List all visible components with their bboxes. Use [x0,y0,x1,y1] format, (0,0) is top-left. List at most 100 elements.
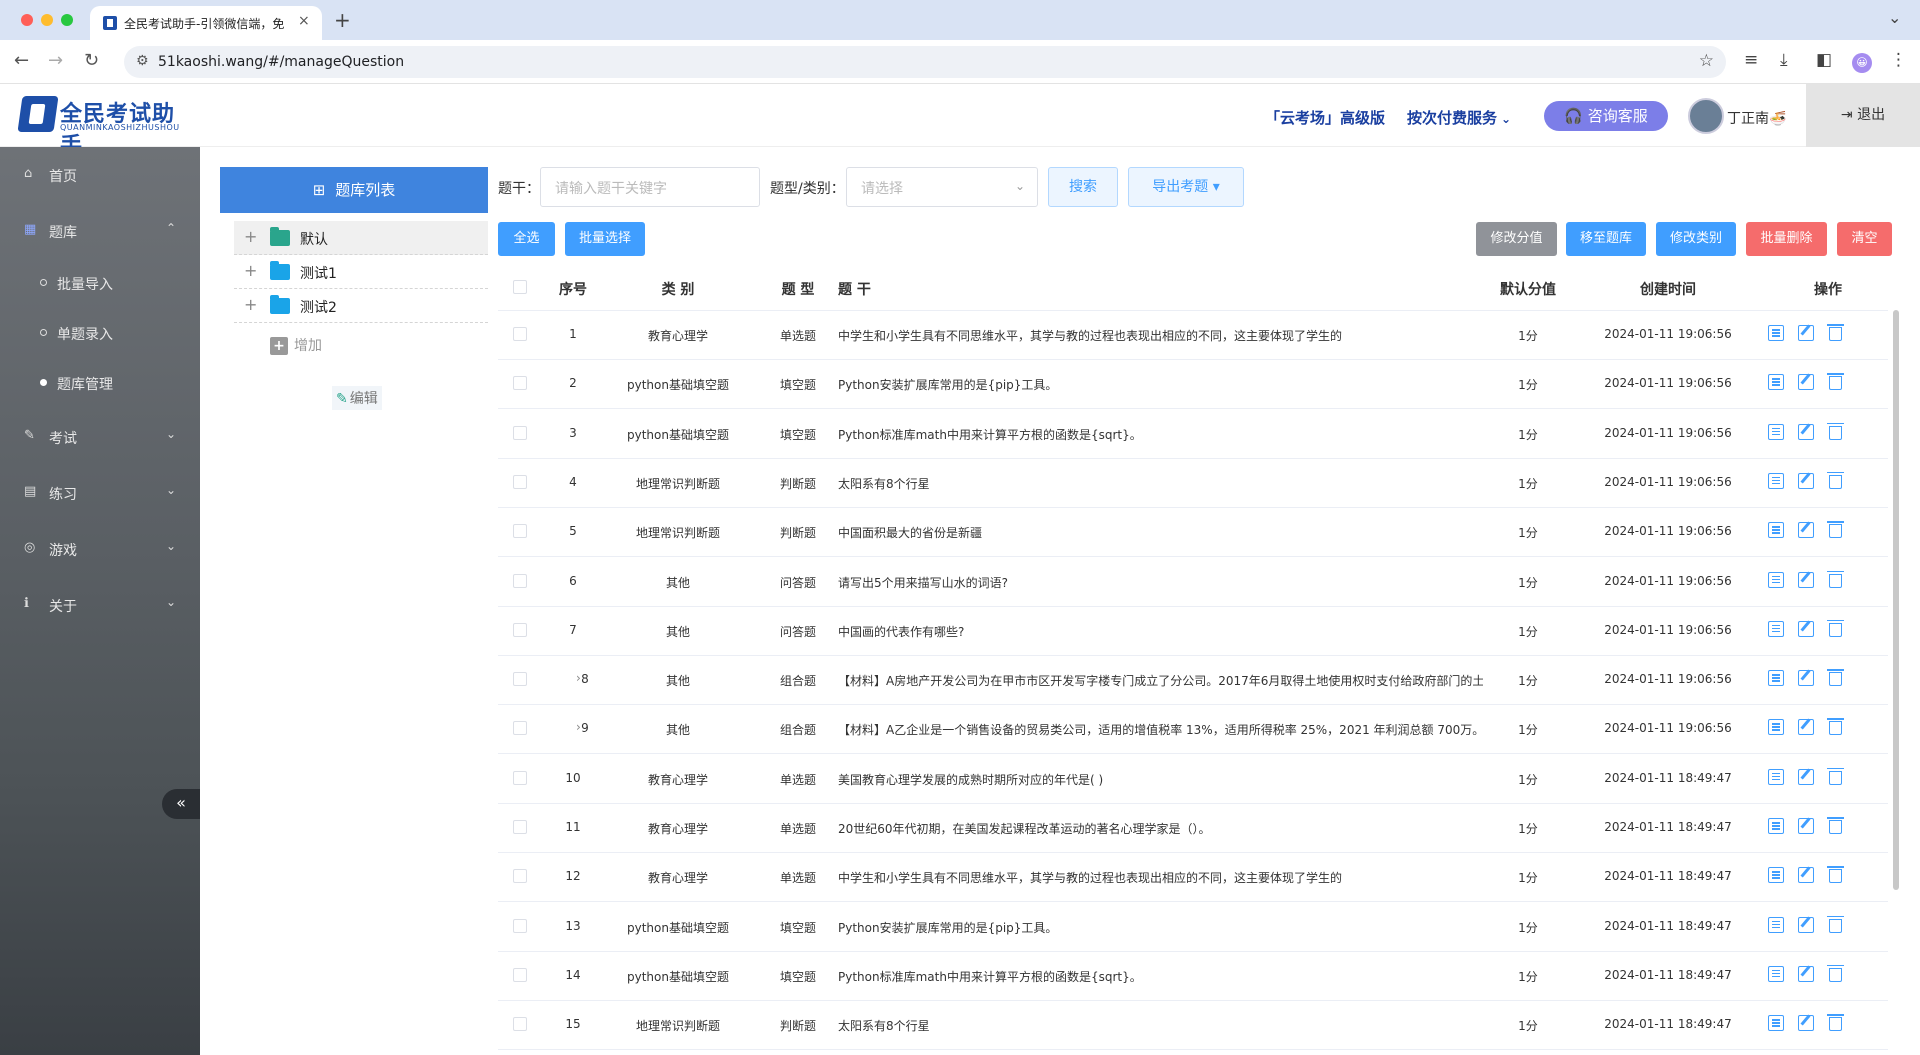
view-detail-icon[interactable] [1768,867,1784,884]
view-detail-icon[interactable] [1768,916,1784,933]
table-row[interactable]: 2 python基础填空题 填空题 Python安装扩展库常用的是{pip}工具。 1分… [498,360,1888,410]
view-detail-icon[interactable] [1768,670,1784,687]
delete-icon[interactable] [1827,471,1844,489]
sidebar-sub-single-entry[interactable]: 单题录入 [0,315,200,351]
view-detail-icon[interactable] [1768,472,1784,489]
expand-plus-icon[interactable]: + [244,295,257,314]
delete-icon[interactable] [1827,767,1844,785]
delete-icon[interactable] [1827,422,1844,440]
export-questions-button[interactable]: 导出考题 ▾ [1128,167,1244,207]
sidebar-item-home[interactable]: ⌂ 首页 [0,155,200,195]
delete-icon[interactable] [1827,964,1844,982]
delete-icon[interactable] [1827,817,1844,834]
table-row[interactable]: 5 地理常识判断题 判断题 中国面积最大的省份是新疆 1分 2024-01-11 19:0… [498,508,1888,558]
view-detail-icon[interactable] [1768,1015,1784,1032]
table-row[interactable]: 11 教育心理学 单选题 20世纪60年代初期，在美国发起课程改革运动的著名心理学家是… [498,804,1888,853]
table-row[interactable]: 7 其他 问答题 中国画的代表作有哪些? 1分 2024-01-11 19:06:56 [498,606,1888,656]
table-row[interactable]: 6 其他 问答题 请写出5个用来描写山水的词语? 1分 2024-01-11 19:06:… [498,557,1888,607]
edit-icon[interactable] [1798,768,1814,785]
row-checkbox[interactable] [513,967,527,982]
row-checkbox[interactable] [513,672,527,687]
edit-icon[interactable] [1798,472,1814,489]
sidebar-item-game[interactable]: ◎ 游戏 ⌄ [0,529,200,569]
minimize-window-button[interactable] [41,14,53,26]
row-checkbox[interactable] [513,425,527,440]
view-detail-icon[interactable] [1768,965,1784,982]
maximize-window-button[interactable] [61,14,73,26]
url-text[interactable]: 51kaoshi.wang/#/manageQuestion [158,54,404,70]
batch-delete-button[interactable]: 批量删除 [1746,222,1827,256]
forward-button[interactable]: → [48,50,63,71]
delete-icon[interactable] [1827,619,1844,637]
sidebar-item-question-bank[interactable]: ▦ 题库 ⌃ [0,211,200,251]
table-row[interactable]: 3 python基础填空题 填空题 Python标准库math中用来计算平方根的函数是… [498,409,1888,459]
reading-list-icon[interactable]: ≡ [1744,50,1758,70]
sidebar-item-practice[interactable]: ▤ 练习 ⌄ [0,473,200,513]
user-avatar[interactable] [1688,98,1724,134]
row-checkbox[interactable] [513,1017,527,1032]
delete-icon[interactable] [1827,866,1844,884]
row-checkbox[interactable] [513,376,527,391]
row-checkbox[interactable] [513,820,527,834]
side-panel-icon[interactable]: ◧ [1816,50,1832,70]
edit-icon[interactable] [1798,867,1814,884]
select-all-button[interactable]: 全选 [498,222,555,256]
expand-plus-icon[interactable]: + [244,227,257,246]
browser-menu-icon[interactable]: ⋮ [1890,50,1907,70]
view-detail-icon[interactable] [1768,325,1784,341]
tab-list-button[interactable]: ⌄ [1888,8,1901,27]
view-detail-icon[interactable] [1768,571,1784,588]
bookmark-star-icon[interactable]: ☆ [1699,51,1714,71]
move-to-bank-button[interactable]: 移至题库 [1566,222,1646,256]
view-detail-icon[interactable] [1768,522,1784,539]
pay-service-menu[interactable]: 按次付费服务 ⌄ [1407,107,1511,128]
modify-score-button[interactable]: 修改分值 [1476,222,1557,256]
edit-category-button[interactable]: ✎ 编辑 [332,386,382,410]
view-detail-icon[interactable] [1768,818,1784,834]
sidebar-item-about[interactable]: ℹ 关于 ⌄ [0,585,200,625]
modify-category-button[interactable]: 修改类别 [1656,222,1736,256]
table-row[interactable]: › 9 其他 组合题 【材料】A乙企业是一个销售设备的贸易类公司，适用的增值税率 13%… [498,705,1888,755]
logout-button[interactable]: ⇥ 退出 [1806,84,1920,147]
edit-icon[interactable] [1798,374,1814,391]
select-all-checkbox[interactable] [513,280,527,294]
username[interactable]: 丁正南🍜 [1727,108,1786,128]
row-checkbox[interactable] [513,524,527,539]
table-row[interactable]: 10 教育心理学 单选题 美国教育心理学发展的成熟时期所对应的年代是( ) 1分 2024… [498,754,1888,804]
sidebar-item-exam[interactable]: ✎ 考试 ⌄ [0,417,200,457]
site-info-icon[interactable]: ⚙ [136,53,149,69]
delete-icon[interactable] [1827,373,1844,391]
expand-plus-icon[interactable]: + [244,261,257,280]
edit-icon[interactable] [1798,916,1814,933]
row-checkbox[interactable] [513,327,527,341]
table-row[interactable]: 1 教育心理学 单选题 中学生和小学生具有不同思维水平，其学与教的过程也表现出相应的不… [498,311,1888,360]
delete-icon[interactable] [1827,521,1844,539]
edit-icon[interactable] [1798,620,1814,637]
view-detail-icon[interactable] [1768,719,1784,736]
edit-icon[interactable] [1798,571,1814,588]
scrollbar[interactable] [1893,310,1899,890]
table-row[interactable]: 15 地理常识判断题 判断题 太阳系有8个行星 1分 2024-01-11 18:49:4… [498,1001,1888,1051]
clear-button[interactable]: 清空 [1837,222,1892,256]
reload-button[interactable]: ↻ [84,50,99,71]
sidebar-sub-bank-management[interactable]: 题库管理 [0,365,200,401]
edit-icon[interactable] [1798,670,1814,687]
type-category-select[interactable]: 请选择 ⌄ [846,167,1038,207]
delete-icon[interactable] [1827,718,1844,736]
row-checkbox[interactable] [513,622,527,637]
row-checkbox[interactable] [513,721,527,736]
stem-search-input[interactable]: 请输入题干关键字 [540,167,760,207]
edit-icon[interactable] [1798,719,1814,736]
browser-tab[interactable]: 全民考试助手-引领微信端，免 × [90,6,322,40]
new-tab-button[interactable]: + [334,8,351,32]
search-button[interactable]: 搜索 [1048,167,1118,207]
row-checkbox[interactable] [513,869,527,884]
delete-icon[interactable] [1827,915,1844,933]
delete-icon[interactable] [1827,324,1844,341]
table-row[interactable]: › 8 其他 组合题 【材料】A房地产开发公司为在甲市市区开发写字楼专门成立了分公司。2… [498,656,1888,706]
download-icon[interactable]: ⤓ [1780,50,1788,70]
add-category-button[interactable]: + 增加 [270,335,322,355]
view-detail-icon[interactable] [1768,620,1784,637]
consult-service-button[interactable]: 🎧 咨询客服 [1544,101,1668,131]
close-tab-icon[interactable]: × [298,13,310,29]
